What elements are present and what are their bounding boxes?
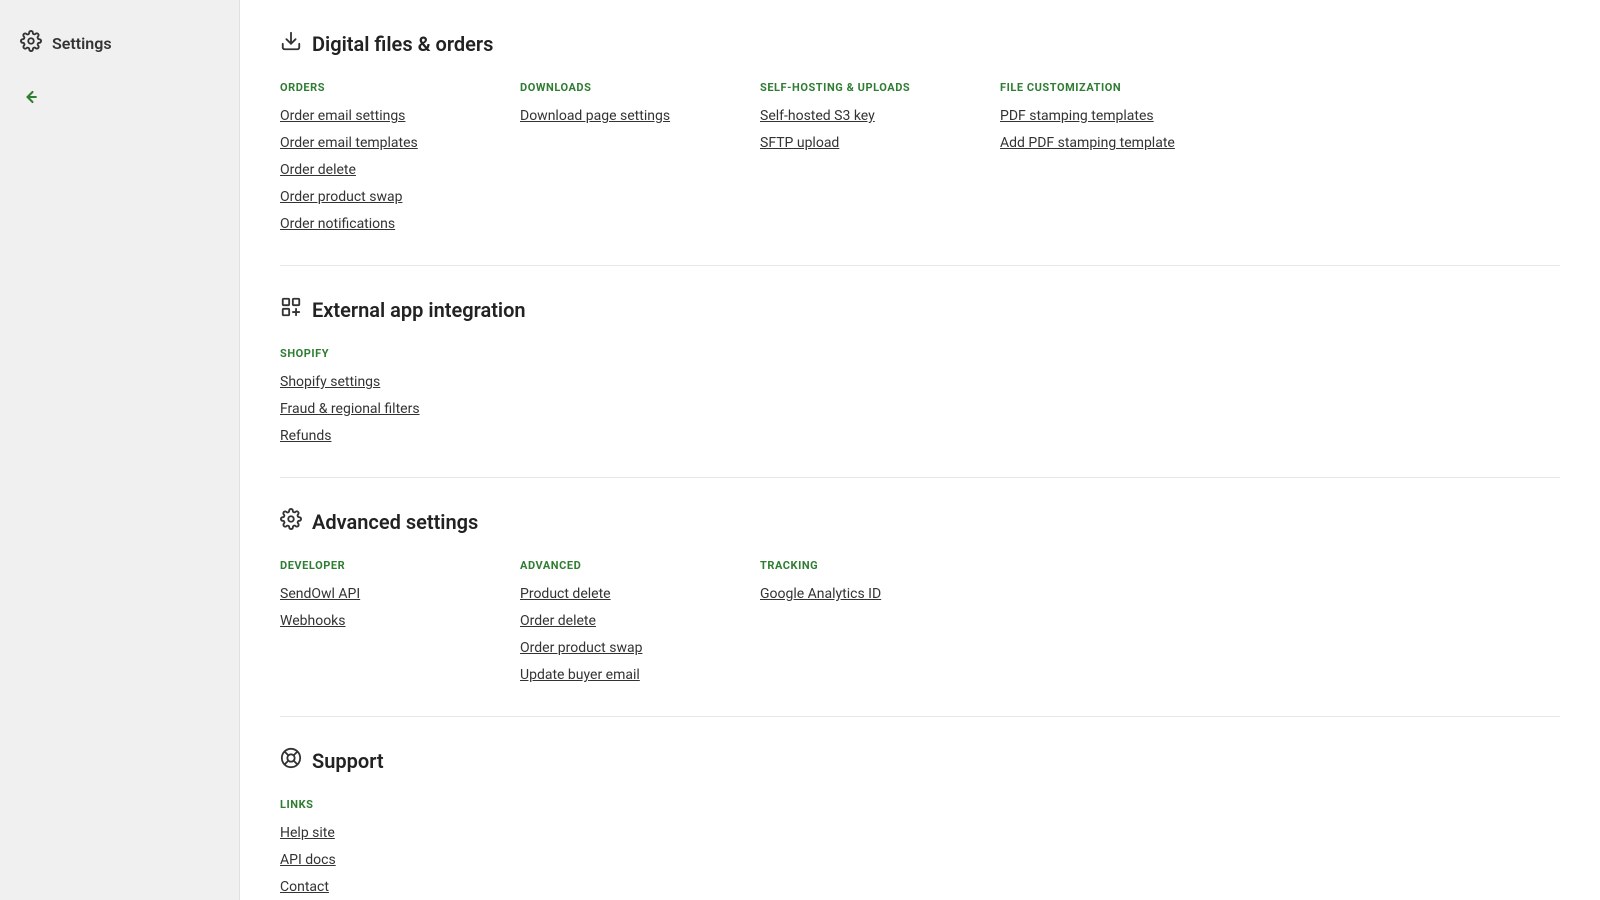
- column-support-0: LINKS Help site API docs Contact: [280, 798, 480, 898]
- section-title-support: Support: [312, 749, 384, 773]
- link-external-app-integration-0-2[interactable]: Refunds: [280, 426, 480, 447]
- link-digital-files-orders-0-4[interactable]: Order notifications: [280, 214, 480, 235]
- section-external-app-integration: External app integration SHOPIFY Shopify s…: [280, 266, 1560, 478]
- column-links-support-0: Help site API docs Contact: [280, 823, 480, 898]
- link-digital-files-orders-0-0[interactable]: Order email settings: [280, 106, 480, 127]
- link-digital-files-orders-1-0[interactable]: Download page settings: [520, 106, 720, 127]
- column-digital-files-orders-3: FILE CUSTOMIZATION PDF stamping templates…: [1000, 81, 1200, 235]
- link-external-app-integration-0-0[interactable]: Shopify settings: [280, 372, 480, 393]
- sidebar-header: Settings: [0, 20, 239, 77]
- column-heading-support-0: LINKS: [280, 798, 480, 811]
- link-digital-files-orders-0-3[interactable]: Order product swap: [280, 187, 480, 208]
- column-advanced-settings-2: TRACKING Google Analytics ID: [760, 559, 960, 686]
- column-links-digital-files-orders-3: PDF stamping templates Add PDF stamping t…: [1000, 106, 1200, 154]
- column-links-advanced-settings-2: Google Analytics ID: [760, 584, 960, 605]
- column-heading-external-app-integration-0: SHOPIFY: [280, 347, 480, 360]
- main-content: Digital files & orders ORDERS Order email …: [240, 0, 1600, 900]
- link-advanced-settings-0-1[interactable]: Webhooks: [280, 611, 480, 632]
- section-title-external-app-integration: External app integration: [312, 298, 526, 322]
- support-icon: [280, 747, 302, 774]
- section-header-advanced-settings: Advanced settings: [280, 508, 1560, 535]
- link-advanced-settings-1-1[interactable]: Order delete: [520, 611, 720, 632]
- column-digital-files-orders-2: SELF-HOSTING & UPLOADS Self-hosted S3 key…: [760, 81, 960, 235]
- link-support-0-0[interactable]: Help site: [280, 823, 480, 844]
- section-digital-files-orders: Digital files & orders ORDERS Order email …: [280, 0, 1560, 266]
- columns-grid-external-app-integration: SHOPIFY Shopify settings Fraud & regional …: [280, 347, 1560, 447]
- link-support-0-1[interactable]: API docs: [280, 850, 480, 871]
- link-external-app-integration-0-1[interactable]: Fraud & regional filters: [280, 399, 480, 420]
- link-advanced-settings-1-2[interactable]: Order product swap: [520, 638, 720, 659]
- link-digital-files-orders-3-1[interactable]: Add PDF stamping template: [1000, 133, 1200, 154]
- link-advanced-settings-0-0[interactable]: SendOwl API: [280, 584, 480, 605]
- column-links-advanced-settings-1: Product delete Order delete Order product …: [520, 584, 720, 686]
- gear-icon: [20, 30, 42, 57]
- column-advanced-settings-1: ADVANCED Product delete Order delete Order …: [520, 559, 720, 686]
- link-digital-files-orders-0-1[interactable]: Order email templates: [280, 133, 480, 154]
- sidebar: Settings: [0, 0, 240, 900]
- section-header-digital-files-orders: Digital files & orders: [280, 30, 1560, 57]
- link-advanced-settings-1-3[interactable]: Update buyer email: [520, 665, 720, 686]
- link-digital-files-orders-3-0[interactable]: PDF stamping templates: [1000, 106, 1200, 127]
- advanced-settings-icon: [280, 508, 302, 535]
- section-advanced-settings: Advanced settings DEVELOPER SendOwl API Web…: [280, 478, 1560, 717]
- column-heading-digital-files-orders-1: DOWNLOADS: [520, 81, 720, 94]
- column-heading-digital-files-orders-0: ORDERS: [280, 81, 480, 94]
- section-title-advanced-settings: Advanced settings: [312, 510, 478, 534]
- section-title-digital-files-orders: Digital files & orders: [312, 32, 493, 56]
- link-digital-files-orders-2-1[interactable]: SFTP upload: [760, 133, 960, 154]
- column-heading-advanced-settings-1: ADVANCED: [520, 559, 720, 572]
- column-links-advanced-settings-0: SendOwl API Webhooks: [280, 584, 480, 632]
- section-header-support: Support: [280, 747, 1560, 774]
- column-external-app-integration-0: SHOPIFY Shopify settings Fraud & regional …: [280, 347, 480, 447]
- link-advanced-settings-2-0[interactable]: Google Analytics ID: [760, 584, 960, 605]
- column-links-external-app-integration-0: Shopify settings Fraud & regional filters…: [280, 372, 480, 447]
- column-heading-digital-files-orders-2: SELF-HOSTING & UPLOADS: [760, 81, 960, 94]
- sidebar-title: Settings: [52, 34, 112, 53]
- column-advanced-settings-0: DEVELOPER SendOwl API Webhooks: [280, 559, 480, 686]
- link-support-0-2[interactable]: Contact: [280, 877, 480, 898]
- column-links-digital-files-orders-2: Self-hosted S3 key SFTP upload: [760, 106, 960, 154]
- column-links-digital-files-orders-0: Order email settings Order email template…: [280, 106, 480, 235]
- sidebar-back-button[interactable]: [0, 77, 239, 117]
- section-header-external-app-integration: External app integration: [280, 296, 1560, 323]
- link-digital-files-orders-0-2[interactable]: Order delete: [280, 160, 480, 181]
- columns-grid-advanced-settings: DEVELOPER SendOwl API Webhooks ADVANCED Prod…: [280, 559, 1560, 686]
- section-support: Support LINKS Help site API docs Contact: [280, 717, 1560, 900]
- link-digital-files-orders-2-0[interactable]: Self-hosted S3 key: [760, 106, 960, 127]
- columns-grid-support: LINKS Help site API docs Contact: [280, 798, 1560, 898]
- digital-files-orders-icon: [280, 30, 302, 57]
- column-digital-files-orders-0: ORDERS Order email settings Order email te…: [280, 81, 480, 235]
- external-app-integration-icon: [280, 296, 302, 323]
- column-links-digital-files-orders-1: Download page settings: [520, 106, 720, 127]
- column-heading-digital-files-orders-3: FILE CUSTOMIZATION: [1000, 81, 1200, 94]
- columns-grid-digital-files-orders: ORDERS Order email settings Order email te…: [280, 81, 1560, 235]
- column-digital-files-orders-1: DOWNLOADS Download page settings: [520, 81, 720, 235]
- column-heading-advanced-settings-0: DEVELOPER: [280, 559, 480, 572]
- link-advanced-settings-1-0[interactable]: Product delete: [520, 584, 720, 605]
- column-heading-advanced-settings-2: TRACKING: [760, 559, 960, 572]
